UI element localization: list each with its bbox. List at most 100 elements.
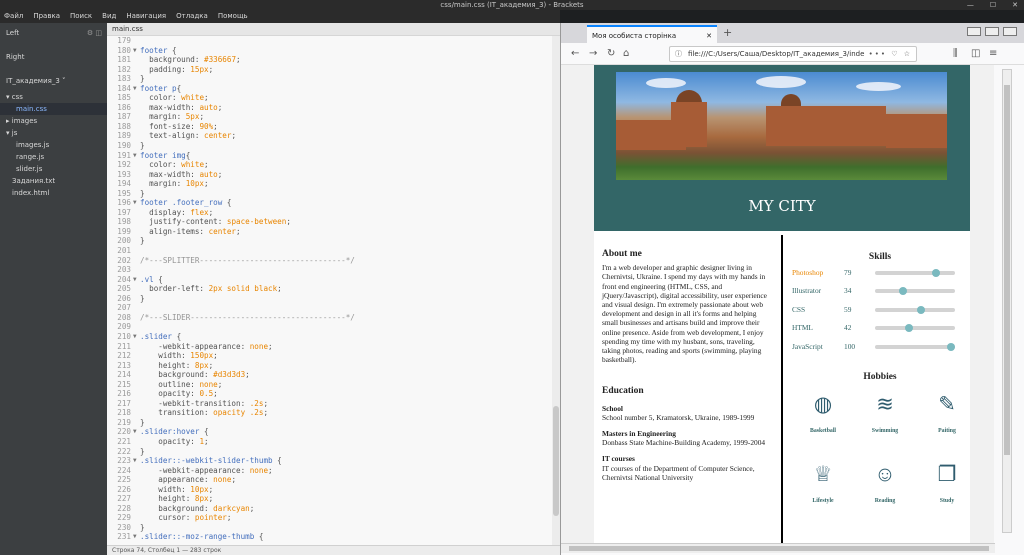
reload-icon[interactable]: ↻ — [607, 48, 615, 59]
code-line[interactable]: 197 display: flex; — [107, 208, 552, 218]
page-hscrollbar[interactable] — [561, 543, 995, 553]
code-line[interactable]: 204 ▼ .vl { — [107, 275, 552, 285]
working-files-left[interactable]: Left ⚙ ◫ — [0, 27, 107, 39]
code-line[interactable]: 228 background: darkcyan; — [107, 504, 552, 514]
code-line[interactable]: 201 — [107, 246, 552, 256]
code-line[interactable]: 209 — [107, 322, 552, 332]
code-line[interactable]: 202 /*---SPLITTER------------------------… — [107, 256, 552, 266]
code-line[interactable]: 193 max-width: auto; — [107, 170, 552, 180]
code-line[interactable]: 207 — [107, 303, 552, 313]
code-line[interactable]: 196 ▼ footer .footer_row { — [107, 198, 552, 208]
code-line[interactable]: 224 -webkit-appearance: none; — [107, 466, 552, 476]
code-line[interactable]: 191 ▼ footer img{ — [107, 151, 552, 161]
fold-toggle-icon[interactable]: ▼ — [133, 332, 140, 342]
fold-toggle-icon[interactable]: ▼ — [133, 456, 140, 466]
scroll-thumb[interactable] — [553, 406, 559, 516]
code-line[interactable]: 211 -webkit-appearance: none; — [107, 342, 552, 352]
tree-folder-images[interactable]: ▸ images — [0, 115, 107, 127]
skill-slider[interactable] — [875, 324, 955, 333]
code-line[interactable]: 180 ▼ footer { — [107, 46, 552, 56]
code-line[interactable]: 184 ▼ footer p{ — [107, 84, 552, 94]
sidebar-icon[interactable]: ◫ — [971, 48, 980, 59]
tree-file-tasks-txt[interactable]: Задания.txt — [0, 175, 107, 187]
menu-find[interactable]: Поиск — [70, 10, 92, 23]
menu-help[interactable]: Помощь — [218, 10, 248, 23]
skill-slider[interactable] — [875, 287, 955, 296]
menu-navigate[interactable]: Навигация — [126, 10, 166, 23]
code-line[interactable]: 206} — [107, 294, 552, 304]
fold-toggle-icon[interactable]: ▼ — [133, 198, 140, 208]
code-line[interactable]: 229 cursor: pointer; — [107, 513, 552, 523]
code-line[interactable]: 217 -webkit-transition: .2s; — [107, 399, 552, 409]
tree-folder-css[interactable]: ▾ css — [0, 91, 107, 103]
code-line[interactable]: 199 align-items: center; — [107, 227, 552, 237]
code-line[interactable]: 226 width: 10px; — [107, 485, 552, 495]
scroll-thumb[interactable] — [569, 546, 989, 551]
menu-debug[interactable]: Отладка — [176, 10, 208, 23]
browser-tab[interactable]: Моя особиста сторінка ✕ — [587, 25, 717, 43]
code-line[interactable]: 213 height: 8px; — [107, 361, 552, 371]
code-line[interactable]: 188 font-size: 90%; — [107, 122, 552, 132]
code-line[interactable]: 216 opacity: 0.5; — [107, 389, 552, 399]
minimize-icon[interactable] — [967, 27, 981, 36]
slider-thumb[interactable] — [931, 269, 940, 277]
home-icon[interactable]: ⌂ — [623, 48, 629, 59]
split-view-icon[interactable]: ◫ — [95, 29, 102, 37]
fold-toggle-icon[interactable]: ▼ — [133, 532, 140, 542]
code-line[interactable]: 219} — [107, 418, 552, 428]
editor-tab[interactable]: main.css — [107, 23, 560, 36]
code-line[interactable]: 189 text-align: center; — [107, 131, 552, 141]
working-files-right[interactable]: Right — [0, 51, 107, 63]
code-line[interactable]: 218 transition: opacity .2s; — [107, 408, 552, 418]
code-editor[interactable]: main.css 179 180 ▼ footer {181 background: … — [107, 23, 560, 555]
code-line[interactable]: 210 ▼ .slider { — [107, 332, 552, 342]
fold-toggle-icon[interactable]: ▼ — [133, 151, 140, 161]
code-line[interactable]: 185 color: white; — [107, 93, 552, 103]
code-line[interactable]: 208 /*---SLIDER--------------------------… — [107, 313, 552, 323]
menu-edit[interactable]: Правка — [33, 10, 60, 23]
code-line[interactable]: 183} — [107, 74, 552, 84]
slider-thumb[interactable] — [899, 287, 908, 296]
code-line[interactable]: 182 padding: 15px; — [107, 65, 552, 75]
fold-toggle-icon[interactable]: ▼ — [133, 84, 140, 94]
slider-thumb[interactable] — [947, 342, 955, 351]
tree-file-images-js[interactable]: images.js — [0, 139, 107, 151]
skill-slider[interactable] — [875, 305, 955, 314]
code-line[interactable]: 187 margin: 5px; — [107, 112, 552, 122]
skill-slider[interactable] — [875, 269, 955, 277]
library-icon[interactable]: ⫼ — [953, 48, 958, 59]
code-line[interactable]: 190} — [107, 141, 552, 151]
slider-thumb[interactable] — [905, 324, 914, 333]
fold-toggle-icon[interactable]: ▼ — [133, 275, 140, 285]
code-line[interactable]: 198 justify-content: space-between; — [107, 217, 552, 227]
project-dropdown[interactable]: IT_академия_3 ˅ — [0, 75, 107, 87]
menu-view[interactable]: Вид — [102, 10, 116, 23]
code-line[interactable]: 221 opacity: 1; — [107, 437, 552, 447]
tree-folder-js[interactable]: ▾ js — [0, 127, 107, 139]
new-tab-icon[interactable]: + — [723, 26, 732, 39]
code-line[interactable]: 192 color: white; — [107, 160, 552, 170]
menu-file[interactable]: Файл — [4, 10, 23, 23]
fold-toggle-icon[interactable]: ▼ — [133, 427, 140, 437]
tree-file-index-html[interactable]: index.html — [0, 187, 107, 199]
page-actions[interactable]: ••• ♡ ☆ — [869, 47, 912, 61]
code-line[interactable]: 186 max-width: auto; — [107, 103, 552, 113]
minimize-icon[interactable]: — — [967, 0, 974, 10]
fold-toggle-icon[interactable]: ▼ — [133, 46, 140, 56]
code-line[interactable]: 200} — [107, 236, 552, 246]
code-line[interactable]: 195} — [107, 189, 552, 199]
code-line[interactable]: 222} — [107, 447, 552, 457]
code-line[interactable]: 203 — [107, 265, 552, 275]
code-line[interactable]: 215 outline: none; — [107, 380, 552, 390]
close-icon[interactable] — [1003, 27, 1017, 36]
code-line[interactable]: 220 ▼ .slider:hover { — [107, 427, 552, 437]
code-line[interactable]: 205 border-left: 2px solid black; — [107, 284, 552, 294]
code-area[interactable]: 179 180 ▼ footer {181 background: #336667; 1… — [107, 36, 552, 546]
scroll-thumb[interactable] — [1004, 85, 1010, 455]
code-line[interactable]: 181 background: #336667; — [107, 55, 552, 65]
maximize-icon[interactable]: ☐ — [990, 0, 996, 10]
address-bar[interactable]: ⓘ file:///C:/Users/Саша/Desktop/IT_академ… — [669, 46, 917, 62]
menu-icon[interactable]: ≡ — [989, 48, 997, 59]
code-line[interactable]: 225 appearance: none; — [107, 475, 552, 485]
code-line[interactable]: 230} — [107, 523, 552, 533]
